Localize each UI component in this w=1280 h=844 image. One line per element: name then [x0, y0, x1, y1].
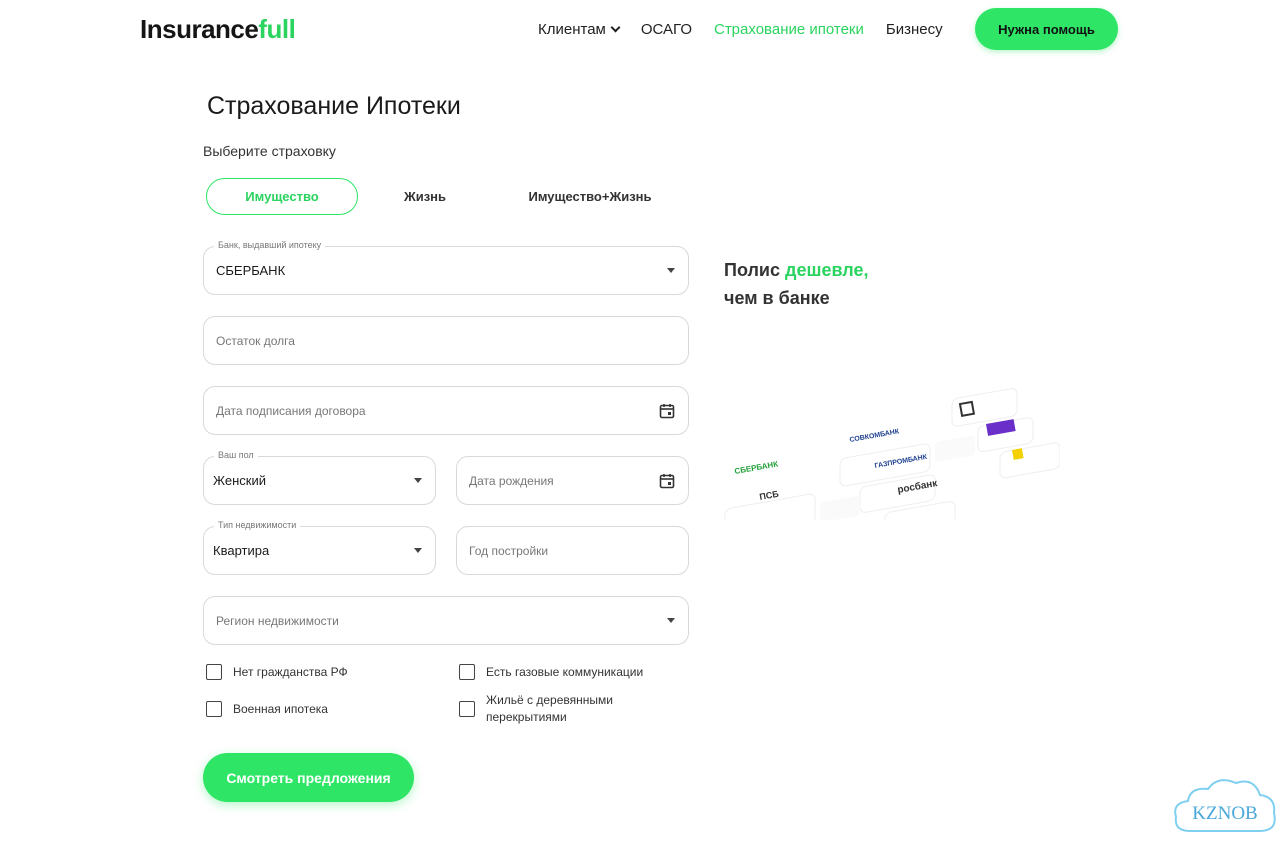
- checkbox-box[interactable]: [459, 701, 475, 717]
- nav-item-clients[interactable]: Клиентам: [538, 20, 621, 38]
- logo-accent-text: full: [258, 14, 296, 44]
- property-type-value: Квартира: [213, 543, 270, 558]
- promo-line2: чем в банке: [724, 288, 830, 308]
- wooden-floors-checkbox[interactable]: Жильё с деревянными перекрытиями: [459, 692, 659, 726]
- logo-main-text: Insurance: [140, 14, 259, 44]
- dropdown-caret-icon: [414, 478, 422, 483]
- military-mortgage-checkbox[interactable]: Военная ипотека: [206, 701, 328, 718]
- bank-select[interactable]: Банк, выдавший ипотеку СБЕРБАНК: [203, 240, 689, 295]
- calendar-icon[interactable]: [659, 403, 675, 419]
- kznob-watermark-logo: KZNOB: [1174, 779, 1276, 832]
- region-placeholder: Регион недвижимости: [216, 613, 339, 628]
- contract-date-placeholder: Дата подписания договора: [216, 403, 366, 418]
- checkbox-label: Военная ипотека: [233, 702, 328, 716]
- bank-offers-illustration: СБЕРБАНК ПСБ СОВКОМБАНК ГАЗПРОМБАНК росб…: [724, 388, 1060, 520]
- bank-logo-text: СБЕРБАНК: [734, 459, 779, 476]
- promo-prefix: Полис: [724, 260, 780, 280]
- checkbox-box[interactable]: [206, 701, 222, 717]
- chevron-down-icon: [610, 22, 621, 32]
- dropdown-caret-icon: [414, 548, 422, 553]
- checkbox-label: Есть газовые коммуникации: [486, 665, 644, 679]
- gender-select-value: Женский: [213, 473, 266, 488]
- dropdown-caret-icon: [667, 268, 675, 273]
- debt-placeholder: Остаток долга: [216, 333, 295, 348]
- nav-item-business[interactable]: Бизнесу: [886, 21, 943, 38]
- debt-input[interactable]: Остаток долга: [203, 316, 689, 365]
- nav-item-label: Клиентам: [538, 20, 606, 38]
- checkbox-label: Жильё с деревянными перекрытиями: [486, 693, 613, 724]
- bank-select-value: СБЕРБАНК: [216, 263, 286, 278]
- no-citizenship-checkbox[interactable]: Нет гражданства РФ: [206, 664, 348, 681]
- build-year-input[interactable]: Год постройки: [456, 526, 689, 575]
- choose-insurance-subtitle: Выберите страховку: [203, 143, 336, 159]
- build-year-placeholder: Год постройки: [469, 543, 549, 558]
- checkbox-label: Нет гражданства РФ: [233, 665, 348, 679]
- checkbox-box[interactable]: [459, 664, 475, 680]
- birth-date-placeholder: Дата рождения: [469, 473, 554, 488]
- contract-date-input[interactable]: Дата подписания договора: [203, 386, 689, 435]
- promo-accent: дешевле,: [785, 260, 869, 280]
- calendar-icon[interactable]: [659, 473, 675, 489]
- watermark-text: KZNOB: [1192, 803, 1257, 824]
- nav-item-mortgage-insurance[interactable]: Страхование ипотеки: [714, 21, 864, 38]
- gas-communications-checkbox[interactable]: Есть газовые коммуникации: [459, 664, 643, 681]
- property-type-label: Тип недвижимости: [214, 520, 301, 530]
- bank-select-label: Банк, выдавший ипотеку: [214, 240, 326, 250]
- nav-item-osago[interactable]: ОСАГО: [641, 21, 692, 38]
- tab-property[interactable]: Имущество: [206, 178, 358, 215]
- help-button[interactable]: Нужна помощь: [975, 8, 1118, 50]
- gender-select[interactable]: Ваш пол Женский: [203, 450, 436, 505]
- region-select[interactable]: Регион недвижимости: [203, 596, 689, 645]
- page-title: Страхование Ипотеки: [207, 92, 461, 120]
- birth-date-input[interactable]: Дата рождения: [456, 456, 689, 505]
- tab-property-life[interactable]: Имущество+Жизнь: [520, 178, 660, 215]
- property-type-select[interactable]: Тип недвижимости Квартира: [203, 520, 436, 575]
- top-nav: Клиентам ОСАГО Страхование ипотеки Бизне…: [516, 8, 943, 50]
- bank-logo-text: СОВКОМБАНК: [849, 428, 900, 444]
- logo[interactable]: Insurancefull: [140, 14, 296, 45]
- promo-text: Полис дешевле, чем в банке: [724, 256, 869, 312]
- gender-select-label: Ваш пол: [214, 450, 258, 460]
- checkbox-box[interactable]: [206, 664, 222, 680]
- dropdown-caret-icon: [667, 618, 675, 623]
- view-offers-button[interactable]: Смотреть предложения: [203, 753, 414, 802]
- tab-life[interactable]: Жизнь: [385, 178, 465, 215]
